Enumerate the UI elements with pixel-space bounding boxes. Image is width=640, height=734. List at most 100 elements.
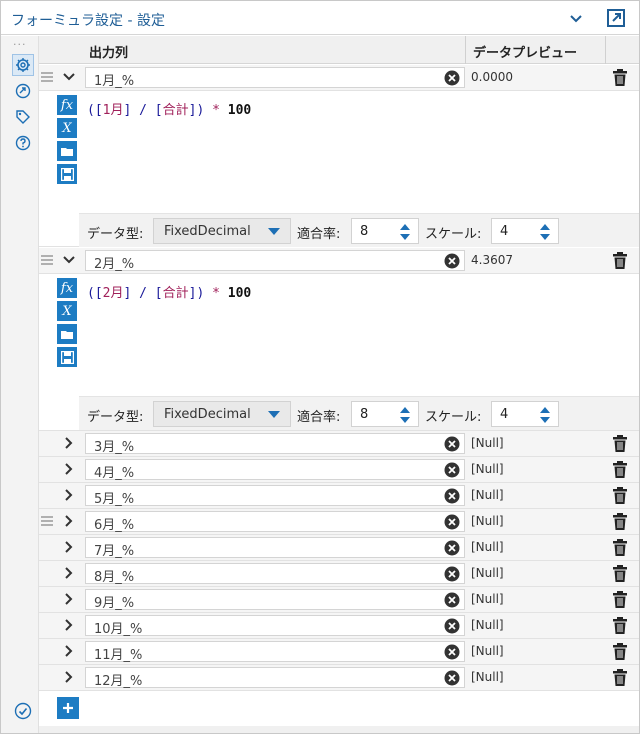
trash-icon[interactable] xyxy=(611,668,629,687)
trash-icon[interactable] xyxy=(611,564,629,583)
stepper-arrows-icon[interactable] xyxy=(538,404,552,426)
formula-row: 12月_% [Null] xyxy=(39,665,639,691)
formula-row-expanded: 1月_% 0.0000 xyxy=(39,65,639,91)
clear-icon[interactable] xyxy=(444,566,460,582)
trash-icon[interactable] xyxy=(611,642,629,661)
chevron-right-icon[interactable] xyxy=(61,669,77,685)
trash-icon[interactable] xyxy=(611,486,629,505)
clear-icon[interactable] xyxy=(444,514,460,530)
formula-row: 4月_% [Null] xyxy=(39,457,639,483)
output-name-field[interactable]: 6月_% xyxy=(85,511,465,533)
functions-icon[interactable]: fx xyxy=(57,278,77,298)
tag-icon[interactable] xyxy=(12,106,34,128)
output-name-field[interactable]: 4月_% xyxy=(85,459,465,481)
settings-icon[interactable] xyxy=(12,54,34,76)
data-preview: [Null] xyxy=(471,592,504,606)
data-preview: 4.3607 xyxy=(471,253,513,267)
trash-icon[interactable] xyxy=(611,512,629,531)
chevron-right-icon[interactable] xyxy=(61,643,77,659)
output-name-field[interactable]: 3月_% xyxy=(85,433,465,455)
clear-icon[interactable] xyxy=(444,436,460,452)
output-name-field[interactable]: 7月_% xyxy=(85,537,465,559)
output-name-field[interactable]: 12月_% xyxy=(85,667,465,689)
expression-text[interactable]: ([2月] / [合計]) * 100 xyxy=(87,282,251,301)
trash-icon[interactable] xyxy=(611,538,629,557)
output-name-field[interactable]: 11月_% xyxy=(85,641,465,663)
grid-footer xyxy=(39,726,639,733)
open-folder-icon[interactable] xyxy=(57,324,77,344)
output-name-text: 6月_% xyxy=(94,518,135,533)
chevron-right-icon[interactable] xyxy=(61,487,77,503)
size-stepper[interactable]: 8 xyxy=(351,218,419,244)
output-name-text: 9月_% xyxy=(94,596,135,611)
output-name-field[interactable]: 8月_% xyxy=(85,563,465,585)
output-name-text: 1月_% xyxy=(94,74,135,89)
stepper-arrows-icon[interactable] xyxy=(398,221,412,243)
stepper-arrows-icon[interactable] xyxy=(398,404,412,426)
clear-icon[interactable] xyxy=(444,488,460,504)
chevron-down-icon[interactable] xyxy=(61,69,77,85)
scale-label: スケール: xyxy=(425,227,482,242)
variables-icon[interactable]: X xyxy=(57,118,77,138)
output-name-field[interactable]: 10月_% xyxy=(85,615,465,637)
clear-icon[interactable] xyxy=(444,592,460,608)
trash-icon[interactable] xyxy=(611,434,629,453)
chevron-right-icon[interactable] xyxy=(61,565,77,581)
variables-icon[interactable]: X xyxy=(57,301,77,321)
chevron-right-icon[interactable] xyxy=(61,617,77,633)
navigate-icon[interactable] xyxy=(12,80,34,102)
drag-handle-icon[interactable] xyxy=(41,255,53,265)
column-divider[interactable] xyxy=(465,36,466,64)
output-name-field[interactable]: 2月_% xyxy=(85,250,465,272)
column-divider[interactable] xyxy=(605,36,606,64)
data-preview: [Null] xyxy=(471,644,504,658)
drag-handle-icon[interactable] xyxy=(41,72,53,82)
output-column-header: 出力列 xyxy=(89,46,129,61)
add-formula-button[interactable] xyxy=(57,697,79,719)
chevron-right-icon[interactable] xyxy=(61,591,77,607)
grip-dots: ··· xyxy=(13,38,27,51)
trash-icon[interactable] xyxy=(611,68,629,87)
data-type-select[interactable]: FixedDecimal xyxy=(153,218,291,244)
drag-handle-icon[interactable] xyxy=(41,516,53,526)
formula-row: 7月_% [Null] xyxy=(39,535,639,561)
save-icon[interactable] xyxy=(57,164,77,184)
output-name-field[interactable]: 1月_% xyxy=(85,67,465,89)
expression-editor: fx X ([1月] / [合計]) * 100 データ型: FixedDeci… xyxy=(39,91,639,247)
open-folder-icon[interactable] xyxy=(57,141,77,161)
clear-icon[interactable] xyxy=(444,644,460,660)
scale-stepper[interactable]: 4 xyxy=(491,401,559,427)
stepper-arrows-icon[interactable] xyxy=(538,221,552,243)
clear-icon[interactable] xyxy=(444,70,460,86)
save-icon[interactable] xyxy=(57,347,77,367)
size-stepper[interactable]: 8 xyxy=(351,401,419,427)
clear-icon[interactable] xyxy=(444,462,460,478)
data-preview: [Null] xyxy=(471,540,504,554)
expression-text[interactable]: ([1月] / [合計]) * 100 xyxy=(87,99,251,118)
formula-row: 6月_% [Null] xyxy=(39,509,639,535)
plus-icon xyxy=(63,703,73,713)
data-type-select[interactable]: FixedDecimal xyxy=(153,401,291,427)
chevron-down-icon[interactable] xyxy=(567,9,585,27)
trash-icon[interactable] xyxy=(611,251,629,270)
trash-icon[interactable] xyxy=(611,460,629,479)
chevron-right-icon[interactable] xyxy=(61,435,77,451)
trash-icon[interactable] xyxy=(611,616,629,635)
scale-stepper[interactable]: 4 xyxy=(491,218,559,244)
checkmark-icon[interactable] xyxy=(14,702,32,720)
chevron-right-icon[interactable] xyxy=(61,539,77,555)
clear-icon[interactable] xyxy=(444,253,460,269)
help-icon[interactable] xyxy=(12,132,34,154)
functions-icon[interactable]: fx xyxy=(57,95,77,115)
chevron-down-icon[interactable] xyxy=(61,252,77,268)
output-name-field[interactable]: 5月_% xyxy=(85,485,465,507)
clear-icon[interactable] xyxy=(444,618,460,634)
popout-icon[interactable] xyxy=(605,7,627,29)
output-name-field[interactable]: 9月_% xyxy=(85,589,465,611)
clear-icon[interactable] xyxy=(444,540,460,556)
chevron-right-icon[interactable] xyxy=(61,461,77,477)
preview-column-header: データプレビュー xyxy=(473,46,578,61)
chevron-right-icon[interactable] xyxy=(61,513,77,529)
trash-icon[interactable] xyxy=(611,590,629,609)
clear-icon[interactable] xyxy=(444,670,460,686)
